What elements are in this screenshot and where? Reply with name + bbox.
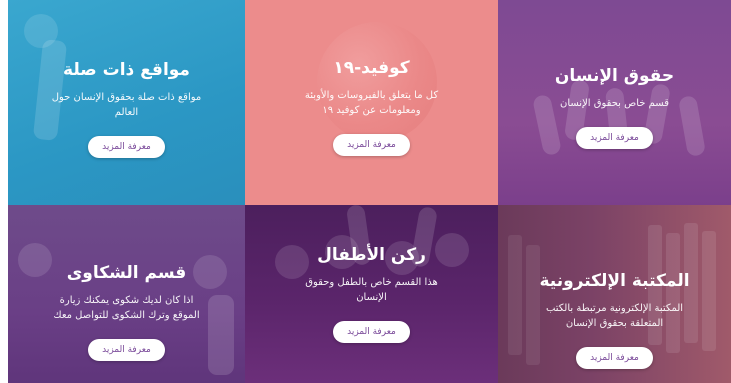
learn-more-button[interactable]: معرفة المزيد (576, 127, 653, 149)
learn-more-button[interactable]: معرفة المزيد (333, 321, 410, 343)
tile-title: حقوق الإنسان (554, 66, 675, 86)
tile-description: مواقع ذات صلة بحقوق الإنسان حول العالم (51, 92, 202, 118)
tile-title: كوفيد-١٩ (333, 58, 410, 78)
tile-description: المكتبة الإلكترونية مرتبطة بالكتب المتعل… (545, 303, 684, 329)
tile-covid[interactable]: كوفيد-١٩ كل ما يتعلق بالفيروسات والأوبئة… (245, 0, 498, 205)
tile-content: ركن الأطفال هذا القسم خاص بالطفل وحقوق ا… (245, 245, 498, 343)
tile-title: المكتبة الإلكترونية (539, 271, 690, 291)
tile-content: قسم الشكاوى اذا كان لديك شكوى يمكنك زيار… (8, 263, 245, 361)
learn-more-button[interactable]: معرفة المزيد (88, 136, 165, 158)
sections-grid: حقوق الإنسان قسم خاص بحقوق الإنسان معرفة… (0, 0, 731, 383)
tile-description: هذا القسم خاص بالطفل وحقوق الإنسان (305, 277, 438, 303)
tile-complaints[interactable]: قسم الشكاوى اذا كان لديك شكوى يمكنك زيار… (8, 205, 245, 383)
tile-content: حقوق الإنسان قسم خاص بحقوق الإنسان معرفة… (498, 66, 731, 149)
tile-content: مواقع ذات صلة مواقع ذات صلة بحقوق الإنسا… (8, 60, 245, 158)
tile-content: كوفيد-١٩ كل ما يتعلق بالفيروسات والأوبئة… (245, 58, 498, 156)
tile-description: كل ما يتعلق بالفيروسات والأوبئة ومعلومات… (304, 90, 439, 116)
tile-related-sites[interactable]: مواقع ذات صلة مواقع ذات صلة بحقوق الإنسا… (8, 0, 245, 205)
learn-more-button[interactable]: معرفة المزيد (88, 339, 165, 361)
learn-more-button[interactable]: معرفة المزيد (333, 134, 410, 156)
tile-e-library[interactable]: المكتبة الإلكترونية المكتبة الإلكترونية … (498, 205, 731, 383)
tile-title: ركن الأطفال (317, 245, 426, 265)
tile-content: المكتبة الإلكترونية المكتبة الإلكترونية … (498, 271, 731, 369)
learn-more-button[interactable]: معرفة المزيد (576, 347, 653, 369)
tile-human-rights[interactable]: حقوق الإنسان قسم خاص بحقوق الإنسان معرفة… (498, 0, 731, 205)
tile-kids-corner[interactable]: ركن الأطفال هذا القسم خاص بالطفل وحقوق ا… (245, 205, 498, 383)
tile-description: اذا كان لديك شكوى يمكنك زيارة الموقع وتر… (53, 295, 200, 321)
tile-description: قسم خاص بحقوق الإنسان (559, 98, 669, 109)
tile-title: قسم الشكاوى (66, 263, 187, 283)
tile-title: مواقع ذات صلة (63, 60, 190, 80)
